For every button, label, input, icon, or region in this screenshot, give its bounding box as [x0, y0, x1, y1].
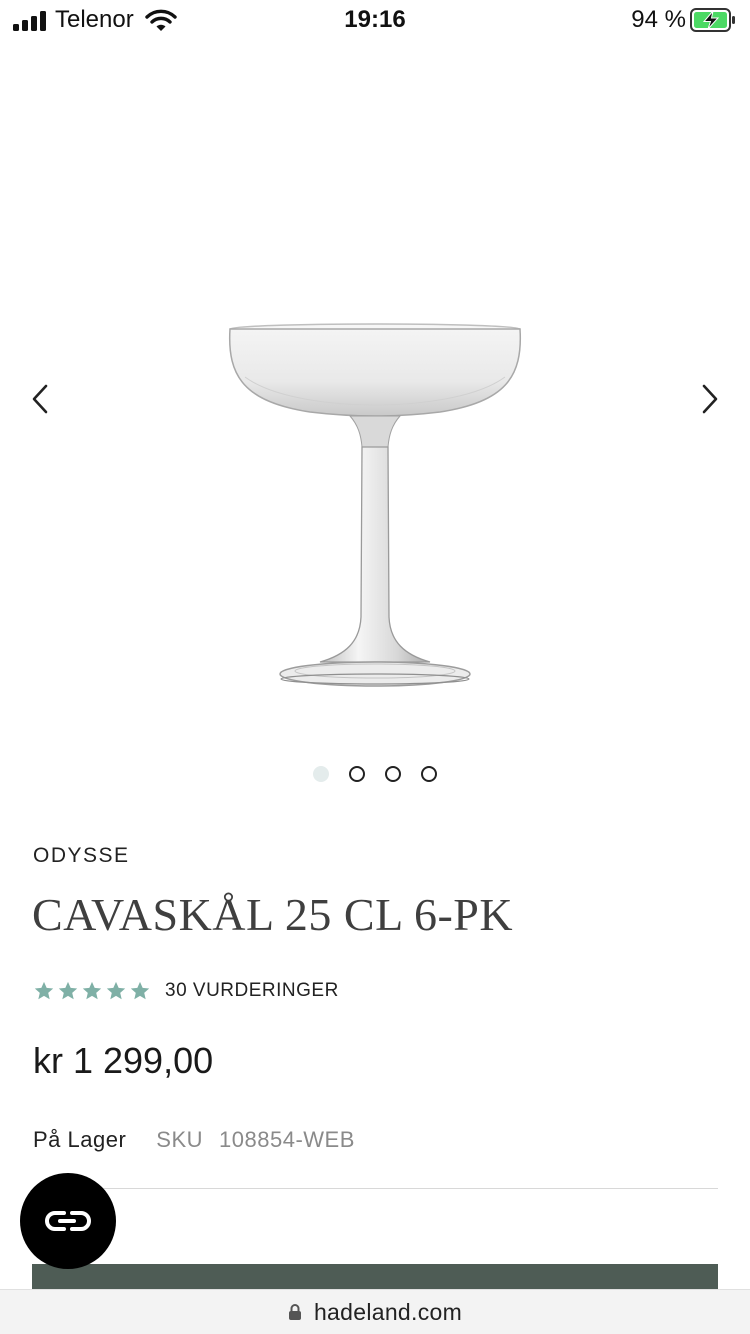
gallery-dot[interactable] [313, 766, 329, 782]
battery-charging-icon [690, 8, 735, 32]
stock-sku-row: På Lager SKU 108854-WEB [33, 1127, 355, 1153]
gallery-pagination [0, 766, 750, 782]
star-icon [58, 981, 78, 1000]
product-image[interactable] [215, 317, 535, 697]
review-count-link[interactable]: 30 VURDERINGER [165, 980, 339, 1002]
product-brand[interactable]: ODYSSE [33, 844, 130, 868]
star-icon [130, 981, 150, 1000]
chat-logo-icon [45, 1211, 91, 1231]
product-gallery [0, 42, 750, 802]
gallery-dot[interactable] [421, 766, 437, 782]
sku-label: SKU [156, 1127, 204, 1152]
status-bar: Telenor 19:16 94 % [0, 0, 750, 42]
battery-percentage: 94 % [631, 6, 686, 33]
star-icon [82, 981, 102, 1000]
chat-button[interactable] [20, 1173, 116, 1269]
stock-status: På Lager [33, 1127, 127, 1152]
sku-value: 108854-WEB [219, 1127, 355, 1152]
product-rating[interactable]: 30 VURDERINGER [33, 980, 339, 1002]
divider [33, 1188, 718, 1189]
lock-icon [288, 1304, 301, 1320]
star-icon [106, 981, 126, 1000]
product-price: kr 1 299,00 [33, 1040, 214, 1081]
chevron-left-icon[interactable] [26, 382, 56, 416]
star-icon [34, 981, 54, 1000]
gallery-dot[interactable] [385, 766, 401, 782]
product-title: CAVASKÅL 25 CL 6-PK [32, 889, 514, 940]
browser-url-bar[interactable]: hadeland.com [0, 1289, 750, 1334]
rating-stars [33, 980, 151, 1002]
chevron-right-icon[interactable] [694, 382, 724, 416]
url-domain: hadeland.com [313, 1298, 463, 1325]
gallery-dot[interactable] [349, 766, 365, 782]
